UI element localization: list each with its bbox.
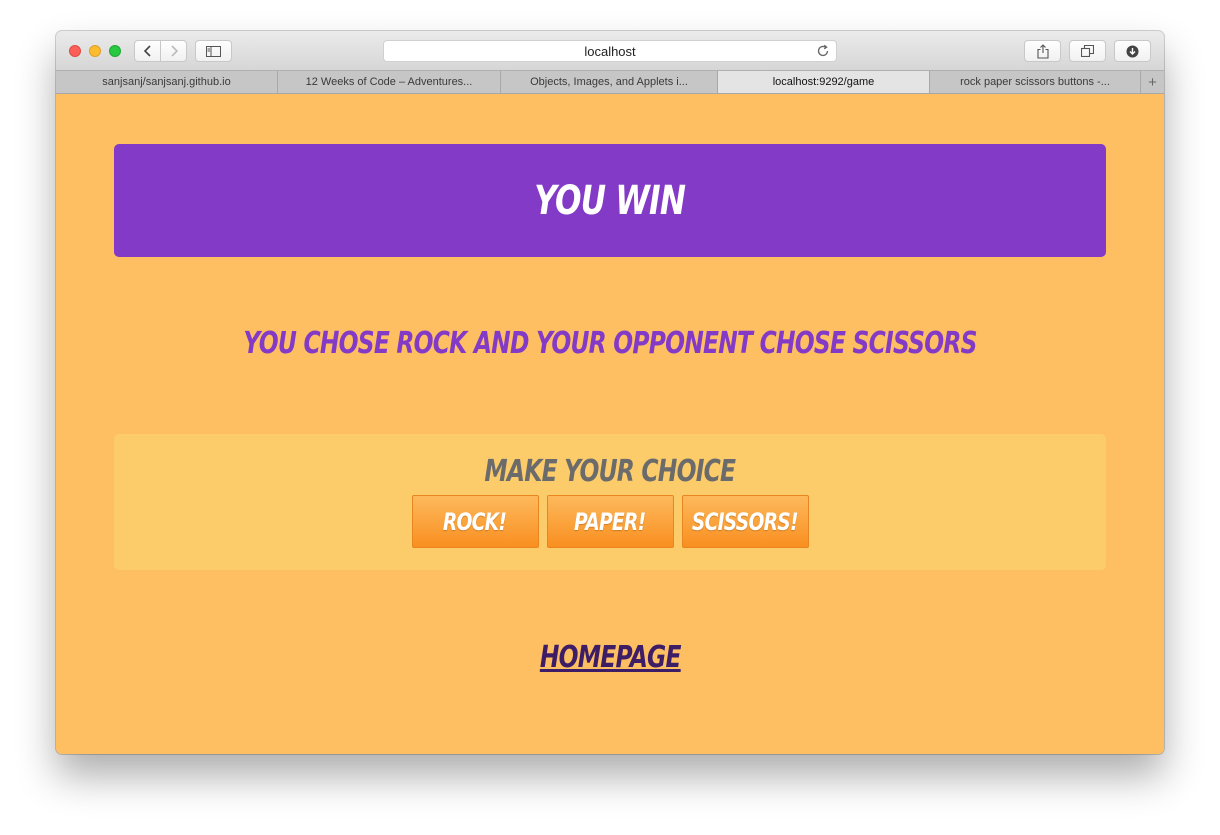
scissors-button-label: SCISSORS!: [692, 507, 799, 536]
share-button[interactable]: [1024, 40, 1061, 62]
homepage-link[interactable]: HOMEPAGE: [540, 640, 682, 675]
banner-title: YOU WIN: [534, 177, 687, 224]
downloads-button[interactable]: [1114, 40, 1151, 62]
tabs-overview-icon: [1081, 45, 1094, 57]
minimize-window-button[interactable]: [89, 45, 101, 57]
share-icon: [1036, 43, 1049, 59]
show-tabs-button[interactable]: [1069, 40, 1106, 62]
browser-toolbar: localhost: [56, 31, 1164, 70]
download-icon: [1126, 45, 1139, 57]
homepage-link-container: HOMEPAGE: [56, 640, 1164, 675]
tab-12-weeks-of-code[interactable]: 12 Weeks of Code – Adventures...: [278, 71, 501, 93]
tab-label: Objects, Images, and Applets i...: [530, 76, 688, 88]
chevron-left-icon: [143, 45, 151, 57]
zoom-window-button[interactable]: [109, 45, 121, 57]
sidebar-icon: [206, 45, 221, 57]
choice-heading-text: MAKE YOUR CHOICE: [484, 454, 737, 489]
sidebar-button[interactable]: [195, 40, 232, 62]
tab-github[interactable]: sanjsanj/sanjsanj.github.io: [56, 71, 278, 93]
choice-panel: MAKE YOUR CHOICE ROCK! PAPER! SCISSORS!: [114, 434, 1106, 570]
tab-localhost-game[interactable]: localhost:9292/game: [718, 71, 930, 93]
address-bar[interactable]: localhost: [383, 40, 837, 62]
choice-buttons: ROCK! PAPER! SCISSORS!: [114, 495, 1106, 548]
tab-label: localhost:9292/game: [772, 76, 875, 88]
forward-button[interactable]: [161, 41, 186, 61]
address-text: localhost: [584, 43, 636, 59]
result-banner: YOU WIN: [114, 144, 1106, 257]
tab-bar: sanjsanj/sanjsanj.github.io 12 Weeks of …: [56, 70, 1164, 94]
new-tab-button[interactable]: +: [1141, 71, 1164, 93]
plus-icon: +: [1148, 73, 1157, 91]
choice-heading: MAKE YOUR CHOICE: [114, 454, 1106, 489]
tab-label: rock paper scissors buttons -...: [960, 76, 1110, 88]
paper-button-label: PAPER!: [574, 507, 646, 536]
result-text: YOU CHOSE ROCK AND YOUR OPPONENT CHOSE S…: [243, 326, 977, 361]
browser-window: localhost sanjsanj/sanjsanj.github.io 12…: [56, 31, 1164, 754]
close-window-button[interactable]: [69, 45, 81, 57]
tab-label: sanjsanj/sanjsanj.github.io: [102, 76, 231, 88]
rock-button[interactable]: ROCK!: [411, 495, 539, 548]
tab-rps-buttons[interactable]: rock paper scissors buttons -...: [930, 71, 1141, 93]
tab-objects-images-applets[interactable]: Objects, Images, and Applets i...: [501, 71, 718, 93]
page-content: YOU WIN YOU CHOSE ROCK AND YOUR OPPONENT…: [56, 94, 1164, 754]
back-button[interactable]: [135, 41, 161, 61]
navigation-buttons: [134, 40, 187, 62]
scissors-button[interactable]: SCISSORS!: [681, 495, 809, 548]
paper-button[interactable]: PAPER!: [546, 495, 674, 548]
reload-icon[interactable]: [816, 44, 830, 58]
result-summary: YOU CHOSE ROCK AND YOUR OPPONENT CHOSE S…: [56, 326, 1164, 361]
tab-label: 12 Weeks of Code – Adventures...: [305, 76, 473, 88]
chevron-right-icon: [170, 45, 178, 57]
rock-button-label: ROCK!: [443, 507, 507, 536]
